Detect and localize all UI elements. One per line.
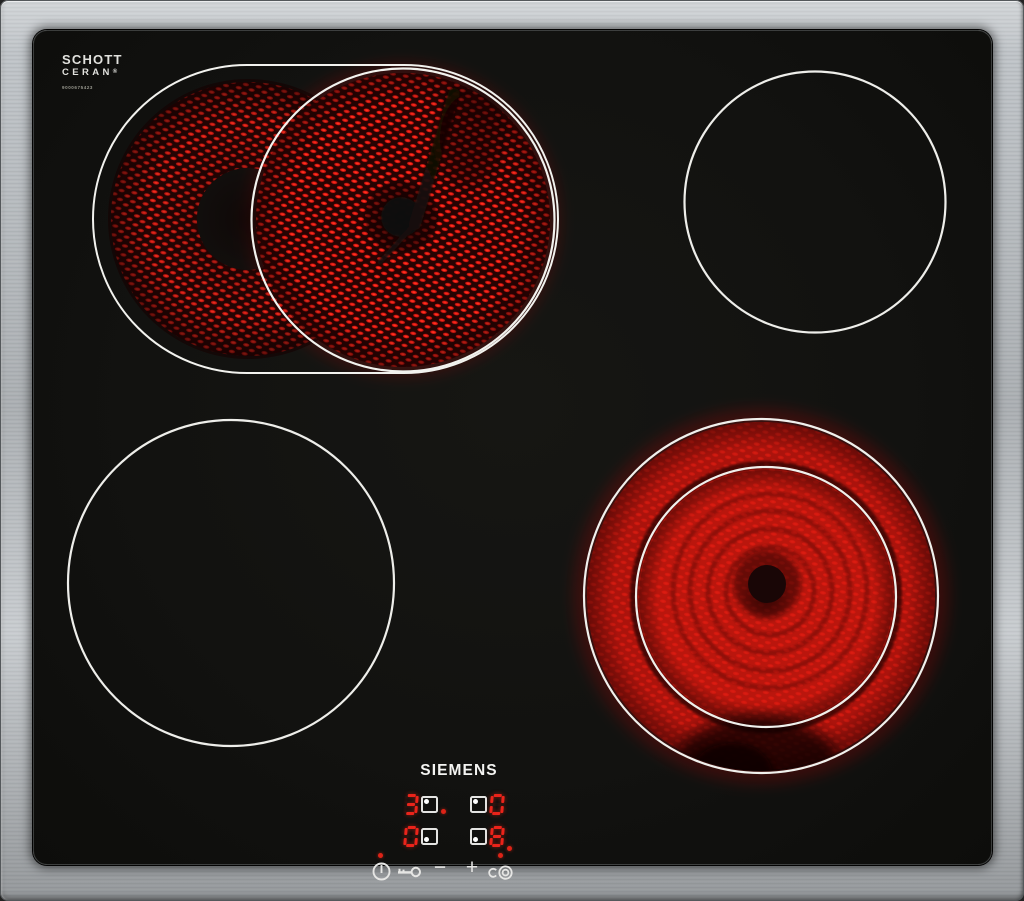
- zone-front-left-circle: [66, 418, 396, 748]
- timer-indicator-dot: [498, 853, 503, 858]
- zone-position-dot: [423, 798, 429, 804]
- zone-back-left-oval: [92, 62, 561, 378]
- power-icon: [372, 862, 391, 881]
- display-front-right: [470, 826, 514, 851]
- timer-clock-icon: [488, 865, 513, 880]
- child-lock-button[interactable]: [396, 865, 422, 884]
- zone-front-right-dual: [573, 408, 949, 784]
- key-icon: [398, 866, 421, 878]
- power-level-display-back-left: [403, 794, 419, 815]
- schott-text: SCHOTT: [62, 52, 123, 67]
- timer-dot-back-left: [441, 809, 446, 814]
- display-back-right: [470, 794, 514, 815]
- control-panel: SIEMENS − +: [369, 731, 549, 891]
- registered-mark: ®: [112, 68, 118, 75]
- plus-button[interactable]: +: [460, 856, 484, 880]
- power-level-display-front-left: [403, 826, 419, 847]
- display-back-left: [403, 794, 448, 815]
- steel-frame: SCHOTT CERAN® 9000675423 SIEMENS − +: [0, 0, 1024, 901]
- zone-select-key-back-right[interactable]: [470, 796, 487, 813]
- zone-select-key-front-left[interactable]: [421, 828, 438, 845]
- touch-controls-row: − +: [369, 849, 549, 885]
- display-row-back: [369, 794, 549, 815]
- display-front-left: [403, 826, 448, 847]
- minus-button[interactable]: −: [428, 856, 452, 880]
- zone-select-key-back-left[interactable]: [421, 796, 438, 813]
- power-level-display-front-right: [489, 826, 505, 847]
- zone-select-key-front-right[interactable]: [470, 828, 487, 845]
- timer-button[interactable]: [487, 864, 515, 886]
- schott-ceran-logo: SCHOTT CERAN® 9000675423: [62, 53, 123, 90]
- ceran-text: CERAN®: [62, 66, 118, 78]
- display-row-front: [369, 826, 549, 851]
- power-button[interactable]: [371, 861, 392, 887]
- siemens-logo: SIEMENS: [420, 762, 498, 779]
- zone-position-dot: [472, 837, 478, 843]
- zone-position-dot: [472, 798, 478, 804]
- power-level-display-back-right: [489, 794, 505, 815]
- power-indicator-dot: [378, 853, 383, 858]
- part-number: 9000675423: [62, 84, 94, 90]
- zone-back-right-circle: [683, 70, 947, 334]
- ceramic-glass-surface: SCHOTT CERAN® 9000675423 SIEMENS − +: [33, 30, 992, 881]
- zone-position-dot: [423, 837, 429, 843]
